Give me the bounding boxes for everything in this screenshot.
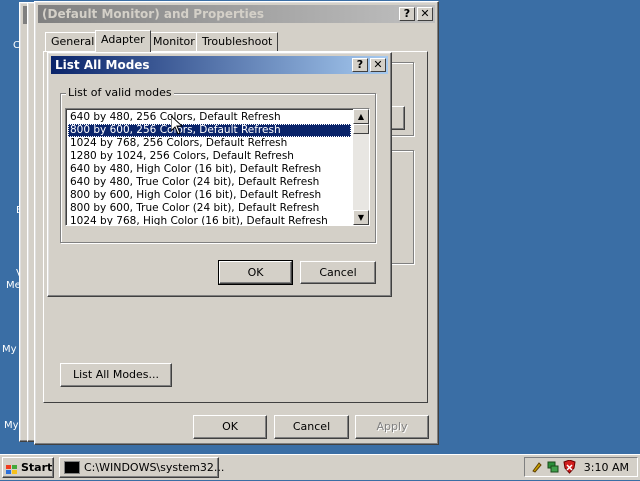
taskbar-item-label: C:\WINDOWS\system32... xyxy=(84,461,225,474)
desktop-label-7[interactable]: My xyxy=(4,420,19,431)
tab-troubleshoot[interactable]: Troubleshoot xyxy=(196,32,279,51)
cancel-button[interactable]: Cancel xyxy=(274,415,349,439)
mode-list-item[interactable]: 1024 by 768, 256 Colors, Default Refresh xyxy=(68,137,351,150)
mode-list-item[interactable]: 1024 by 768, High Color (16 bit), Defaul… xyxy=(68,215,351,225)
modes-ok-button[interactable]: OK xyxy=(218,260,293,285)
valid-modes-label: List of valid modes xyxy=(66,86,174,99)
scroll-down-button[interactable]: ▼ xyxy=(353,210,369,225)
tray-security-shield-icon[interactable] xyxy=(563,459,576,474)
windows-flag-icon xyxy=(6,462,18,474)
tab-monitor[interactable]: Monitor xyxy=(147,32,201,51)
modes-titlebar[interactable]: List All Modes ? ✕ xyxy=(51,56,388,74)
modes-help-button[interactable]: ? xyxy=(352,58,368,72)
tray-network-icon[interactable] xyxy=(547,461,559,473)
list-all-modes-button[interactable]: List All Modes... xyxy=(60,363,172,387)
close-button[interactable]: ✕ xyxy=(417,7,433,21)
mode-list-item[interactable]: 800 by 600, 256 Colors, Default Refresh xyxy=(68,124,351,137)
tab-general[interactable]: General xyxy=(45,32,101,51)
apply-button[interactable]: Apply xyxy=(355,415,429,439)
properties-titlebar[interactable]: (Default Monitor) and Properties ? ✕ xyxy=(38,5,435,23)
mode-list-item[interactable]: 800 by 600, High Color (16 bit), Default… xyxy=(68,189,351,202)
start-button[interactable]: Start xyxy=(2,457,54,478)
taskbar: Start C:\WINDOWS\system32... 3:10 AM xyxy=(0,454,640,480)
modes-scrollbar[interactable]: ▲ ▼ xyxy=(353,109,369,225)
modes-cancel-button[interactable]: Cancel xyxy=(300,261,376,284)
modes-title: List All Modes xyxy=(55,58,150,72)
console-icon xyxy=(64,460,80,474)
mode-list-item[interactable]: 640 by 480, High Color (16 bit), Default… xyxy=(68,163,351,176)
mode-list-item[interactable]: 640 by 480, 256 Colors, Default Refresh xyxy=(68,111,351,124)
taskbar-item-cmd[interactable]: C:\WINDOWS\system32... xyxy=(59,457,224,478)
scroll-up-button[interactable]: ▲ xyxy=(353,109,369,124)
ok-button[interactable]: OK xyxy=(193,415,267,439)
desktop-label-6[interactable]: My xyxy=(2,344,17,355)
mode-list-item[interactable]: 640 by 480, True Color (24 bit), Default… xyxy=(68,176,351,189)
help-button[interactable]: ? xyxy=(399,7,415,21)
mode-list-item[interactable]: 800 by 600, True Color (24 bit), Default… xyxy=(68,202,351,215)
mode-list-item[interactable]: 1280 by 1024, 256 Colors, Default Refres… xyxy=(68,150,351,163)
mouse-cursor-icon xyxy=(171,116,183,135)
list-all-modes-dialog: List All Modes ? ✕ List of valid modes 6… xyxy=(47,52,392,297)
scroll-thumb[interactable] xyxy=(353,124,369,134)
system-tray: 3:10 AM xyxy=(524,457,638,477)
modes-list: 640 by 480, 256 Colors, Default Refresh 8… xyxy=(68,111,351,225)
tray-tool-icon[interactable] xyxy=(531,461,543,473)
clock[interactable]: 3:10 AM xyxy=(584,461,629,474)
start-label: Start xyxy=(21,461,53,474)
modes-listbox[interactable]: 640 by 480, 256 Colors, Default Refresh 8… xyxy=(65,108,370,226)
tab-adapter[interactable]: Adapter xyxy=(95,30,151,52)
properties-title: (Default Monitor) and Properties xyxy=(42,7,265,21)
modes-close-button[interactable]: ✕ xyxy=(370,58,386,72)
